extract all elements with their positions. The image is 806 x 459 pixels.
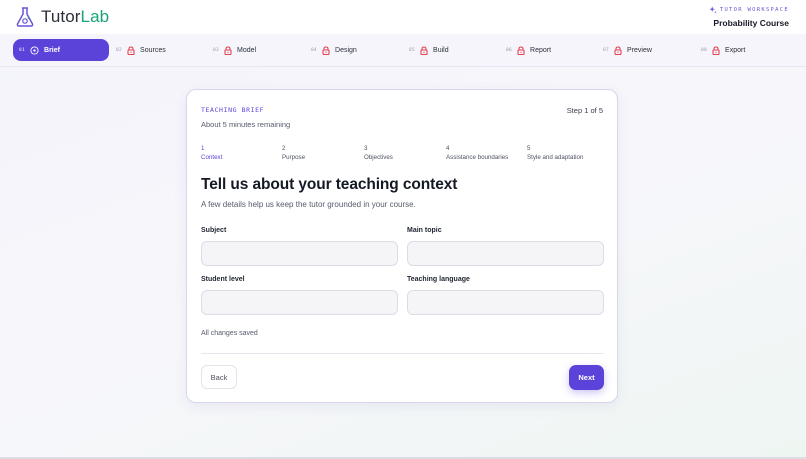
substep-label: Objectives (364, 154, 393, 161)
nav-step-label: Preview (627, 46, 652, 54)
nav-step-label: Report (530, 46, 552, 54)
nav-step-number: 04 (311, 47, 318, 53)
time-remaining: About 5 minutes remaining (201, 120, 291, 129)
lock-icon (322, 45, 330, 55)
subject-label: Subject (201, 227, 227, 234)
next-button[interactable]: Next (569, 365, 604, 390)
teaching-brief-card: TEACHING BRIEF About 5 minutes remaining… (186, 89, 618, 403)
page-title: Tell us about your teaching context (201, 176, 458, 193)
nav-step-number: 02 (116, 47, 123, 53)
workspace-info: TUTOR WORKSPACE Probability Course (709, 6, 789, 28)
teaching-language-input[interactable] (407, 290, 604, 315)
sparkle-icon (709, 6, 717, 14)
substep-number: 4 (446, 145, 450, 152)
back-button[interactable]: Back (201, 365, 237, 389)
student-level-input[interactable] (201, 290, 398, 315)
lock-icon (712, 45, 720, 55)
student-level-label: Student level (201, 276, 245, 283)
nav-step-label: Model (237, 46, 257, 54)
subject-input[interactable] (201, 241, 398, 266)
nav-step-label: Design (335, 46, 357, 54)
current-step-icon (30, 45, 39, 55)
step-nav: 01 Brief 02 Sources 03 Model 04 Design 0… (0, 34, 806, 67)
substep-label: Assistance boundaries (446, 154, 509, 161)
lock-icon (420, 45, 428, 55)
substep-number: 1 (201, 145, 205, 152)
substep-label: Context (201, 154, 223, 161)
nav-step-brief[interactable]: 01 Brief (13, 39, 109, 61)
nav-step-label: Export (725, 46, 746, 54)
page-subtitle: A few details help us keep the tutor gro… (201, 200, 416, 209)
nav-step-build[interactable]: 05 Build (409, 39, 449, 61)
lock-icon (127, 45, 135, 55)
main-topic-label: Main topic (407, 227, 442, 234)
section-label: TEACHING BRIEF (201, 106, 265, 114)
nav-step-label: Build (433, 46, 449, 54)
app-header: TutorLab TUTOR WORKSPACE Probability Cou… (0, 0, 806, 34)
substep-label: Purpose (282, 154, 306, 161)
substep-objectives[interactable]: 3 Objectives (364, 144, 393, 162)
nav-step-number: 03 (213, 47, 220, 53)
nav-step-report[interactable]: 06 Report (506, 39, 551, 61)
substep-number: 2 (282, 145, 286, 152)
nav-step-model[interactable]: 03 Model (213, 39, 256, 61)
teaching-language-label: Teaching language (407, 276, 470, 283)
flask-icon (16, 7, 34, 27)
lock-icon (517, 45, 525, 55)
substep-number: 5 (527, 145, 531, 152)
nav-step-number: 08 (701, 47, 708, 53)
nav-step-number: 06 (506, 47, 513, 53)
nav-step-preview[interactable]: 07 Preview (603, 39, 652, 61)
nav-step-number: 01 (19, 47, 26, 53)
step-counter: Step 1 of 5 (566, 106, 603, 115)
nav-step-label: Sources (140, 46, 166, 54)
app-logo[interactable]: TutorLab (15, 6, 109, 28)
main-topic-input[interactable] (407, 241, 604, 266)
nav-step-number: 07 (603, 47, 610, 53)
substep-purpose[interactable]: 2 Purpose (282, 144, 305, 162)
substep-assistance-boundaries[interactable]: 4 Assistance boundaries (446, 144, 508, 162)
save-status: All changes saved (201, 330, 258, 337)
nav-step-number: 05 (409, 47, 416, 53)
lock-icon (224, 45, 232, 55)
nav-step-sources[interactable]: 02 Sources (116, 39, 166, 61)
nav-step-export[interactable]: 08 Export (701, 39, 745, 61)
workspace-name: Probability Course (713, 18, 789, 28)
nav-step-design[interactable]: 04 Design (311, 39, 357, 61)
lock-icon (614, 45, 622, 55)
divider (201, 353, 604, 354)
workspace-label: TUTOR WORKSPACE (709, 6, 789, 14)
substep-number: 3 (364, 145, 368, 152)
substep-style-adaptation[interactable]: 5 Style and adaptation (527, 144, 583, 162)
substep-label: Style and adaptation (527, 154, 584, 161)
substep-context[interactable]: 1 Context (201, 144, 222, 162)
logo-text: TutorLab (41, 7, 110, 26)
nav-step-label: Brief (44, 46, 60, 54)
